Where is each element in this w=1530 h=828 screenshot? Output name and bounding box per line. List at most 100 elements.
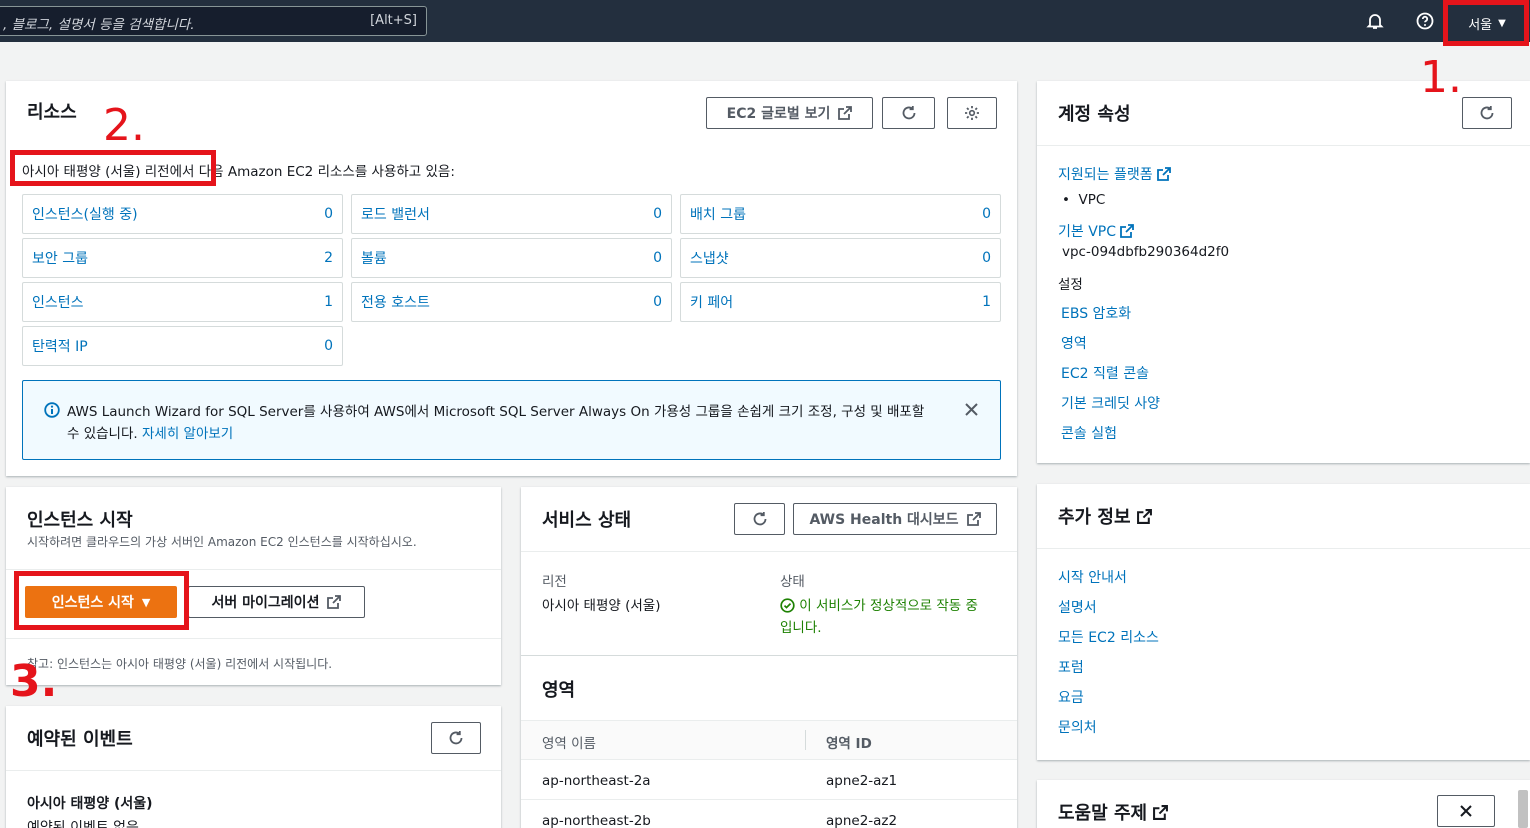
tile-key-pairs[interactable]: 키 페어 1 (680, 282, 1001, 322)
refresh-icon (902, 106, 915, 120)
additional-info-panel: 추가 정보 시작 안내서 설명서 모든 EC2 리소스 포럼 요금 문의처 (1037, 484, 1530, 760)
tile-count: 0 (982, 206, 991, 222)
launch-title: 인스턴스 시작 (27, 510, 133, 531)
search-shortcut: [Alt+S] (370, 13, 417, 28)
resources-title: 리소스 (27, 102, 77, 123)
serial-console-link[interactable]: EC2 직렬 콘솔 (1061, 363, 1149, 383)
server-migration-button[interactable]: 서버 마이그레이션 (188, 586, 365, 618)
refresh-resources-button[interactable] (882, 97, 935, 129)
scrollbar-thumb[interactable] (1518, 790, 1528, 828)
tile-count: 0 (324, 206, 333, 222)
help-topics-panel: 도움말 주제 (1037, 780, 1530, 828)
zone-name: ap-northeast-2b (542, 813, 651, 828)
refresh-icon (449, 731, 463, 745)
close-icon (1460, 805, 1472, 817)
info-icon (44, 402, 60, 418)
tile-instances-running[interactable]: 인스턴스(실행 중) 0 (22, 194, 343, 234)
launch-note: 참고: 인스턴스는 아시아 태평양 (서울) 리전에서 시작됩니다. (27, 657, 333, 671)
info-alert-text: AWS Launch Wizard for SQL Server를 사용하여 A… (67, 404, 925, 420)
info-alert-line2: 수 있습니다. (67, 426, 138, 442)
divider (521, 551, 1017, 552)
settings-button[interactable] (947, 97, 997, 129)
search-input[interactable]: , 블로그, 설명서 등을 검색합니다. [Alt+S] (0, 6, 427, 36)
tile-count: 0 (653, 250, 662, 266)
status-label: 상태 (780, 574, 805, 590)
forums-link[interactable]: 포럼 (1058, 657, 1084, 677)
settings-heading: 설정 (1058, 277, 1083, 293)
tile-security-groups[interactable]: 보안 그룹 2 (22, 238, 343, 278)
status-value: 이 서비스가 정상적으로 작동 중 (780, 594, 978, 614)
refresh-account-button[interactable] (1462, 97, 1512, 129)
console-experiments-link[interactable]: 콘솔 실험 (1061, 423, 1117, 443)
aws-health-label: AWS Health 대시보드 (809, 512, 959, 528)
divider (6, 569, 501, 570)
region-label: 리전 (542, 574, 567, 590)
tile-label: 키 페어 (690, 295, 734, 311)
zones-link[interactable]: 영역 (1061, 333, 1087, 353)
tile-count: 0 (653, 206, 662, 222)
divider (521, 655, 1017, 656)
aws-health-dashboard-button[interactable]: AWS Health 대시보드 (793, 503, 997, 535)
events-title: 예약된 이벤트 (27, 729, 133, 750)
launch-description: 시작하려면 클라우드의 가상 서버인 Amazon EC2 인스턴스를 시작하십… (27, 535, 417, 549)
default-credit-link[interactable]: 기본 크레딧 사양 (1061, 393, 1160, 413)
tile-count: 1 (982, 294, 991, 310)
tile-count: 0 (653, 294, 662, 310)
region-usage-prefix: 아시아 태평양 (서울) 리전에서 (22, 164, 195, 180)
external-link-icon (966, 512, 981, 526)
service-title: 서비스 상태 (542, 510, 632, 531)
tile-label: 배치 그룹 (690, 207, 746, 223)
supported-platforms-link[interactable]: 지원되는 플랫폼 (1058, 164, 1171, 184)
ec2-global-view-button[interactable]: EC2 글로벌 보기 (706, 97, 873, 129)
tile-label: 보안 그룹 (32, 251, 88, 267)
all-ec2-resources-link[interactable]: 모든 EC2 리소스 (1058, 627, 1159, 647)
pricing-link[interactable]: 요금 (1058, 687, 1084, 707)
zone-id: apne2-az2 (826, 813, 898, 828)
refresh-service-button[interactable] (734, 503, 785, 535)
extra-title: 추가 정보 (1058, 503, 1152, 529)
close-help-button[interactable] (1437, 795, 1495, 827)
bell-icon[interactable] (1363, 9, 1387, 33)
refresh-events-button[interactable] (431, 722, 481, 754)
zone-id: apne2-az1 (826, 773, 898, 789)
tile-label: 탄력적 IP (32, 339, 88, 355)
resources-panel: 리소스 EC2 글로벌 보기 아시아 태평양 (서울) 리전에서 다음 Amaz… (6, 81, 1017, 476)
close-icon[interactable] (964, 402, 979, 417)
learn-more-link[interactable]: 자세히 알아보기 (142, 426, 233, 442)
tile-instances[interactable]: 인스턴스 1 (22, 282, 343, 322)
tile-volumes[interactable]: 볼륨 0 (351, 238, 672, 278)
divider (1037, 548, 1530, 549)
tile-dedicated-hosts[interactable]: 전용 호스트 0 (351, 282, 672, 322)
caret-down-icon: ▼ (141, 595, 151, 609)
documentation-link[interactable]: 설명서 (1058, 597, 1097, 617)
contact-link[interactable]: 문의처 (1058, 717, 1097, 737)
tile-elastic-ips[interactable]: 탄력적 IP 0 (22, 326, 343, 366)
platform-item: • VPC (1062, 192, 1106, 208)
tile-label: 볼륨 (361, 251, 387, 267)
region-usage-suffix: 다음 Amazon EC2 리소스를 사용하고 있음: (194, 164, 455, 180)
tile-snapshots[interactable]: 스냅샷 0 (680, 238, 1001, 278)
external-link-icon[interactable] (1136, 509, 1152, 524)
launch-instance-panel: 인스턴스 시작 시작하려면 클라우드의 가상 서버인 Amazon EC2 인스… (6, 487, 501, 685)
getting-started-link[interactable]: 시작 안내서 (1058, 567, 1127, 587)
external-link-icon (838, 106, 853, 120)
tile-load-balancers[interactable]: 로드 밸런서 0 (351, 194, 672, 234)
tile-label: 전용 호스트 (361, 295, 430, 311)
ebs-encryption-link[interactable]: EBS 암호화 (1061, 303, 1131, 323)
region-selector[interactable]: 서울 ▼ (1447, 3, 1527, 43)
tile-placement-groups[interactable]: 배치 그룹 0 (680, 194, 1001, 234)
default-vpc-link[interactable]: 기본 VPC (1058, 221, 1135, 241)
launch-instance-button[interactable]: 인스턴스 시작 ▼ (25, 586, 177, 618)
tile-label: 로드 밸런서 (361, 207, 430, 223)
column-divider (805, 730, 806, 750)
default-vpc-label: 기본 VPC (1058, 224, 1117, 240)
service-health-panel: 서비스 상태 AWS Health 대시보드 리전 아시아 태평양 (서울) 상… (521, 487, 1017, 828)
col-zone-name: 영역 이름 (542, 736, 596, 752)
external-link-icon[interactable] (1153, 805, 1169, 820)
events-empty: 예약된 이벤트 없음 (27, 820, 139, 828)
help-icon[interactable] (1413, 9, 1437, 33)
region-label: 서울 (1468, 17, 1493, 33)
external-link-icon (327, 595, 342, 609)
vpc-id: vpc-094dbfb290364d2f0 (1062, 244, 1230, 260)
refresh-icon (1480, 106, 1494, 120)
